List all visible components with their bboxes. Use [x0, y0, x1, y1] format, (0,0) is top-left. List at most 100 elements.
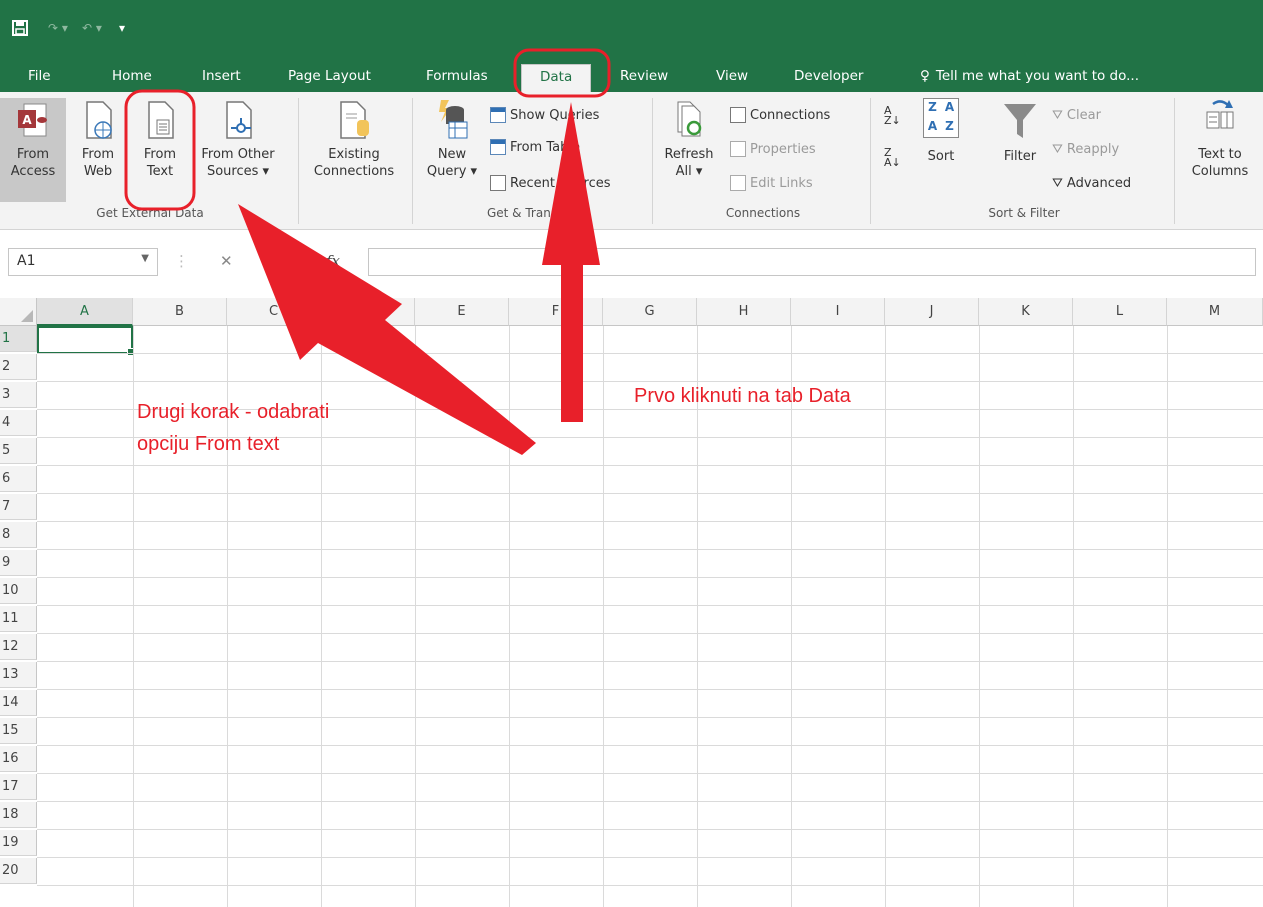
row-header-10[interactable]: 10 — [0, 578, 37, 604]
row-header-3[interactable]: 3 — [0, 382, 37, 408]
tab-review[interactable]: Review — [612, 64, 676, 92]
tab-developer[interactable]: Developer — [786, 64, 871, 92]
row-header-14[interactable]: 14 — [0, 690, 37, 716]
row-header-20[interactable]: 20 — [0, 858, 37, 884]
column-header-d[interactable]: D — [321, 298, 415, 326]
row-header-18[interactable]: 18 — [0, 802, 37, 828]
row-header-16[interactable]: 16 — [0, 746, 37, 772]
column-header-a[interactable]: A — [37, 298, 133, 326]
row-header-17[interactable]: 17 — [0, 774, 37, 800]
tab-page-layout[interactable]: Page Layout — [280, 64, 379, 92]
from-table-button[interactable]: From Table — [490, 136, 580, 158]
refresh-label-2: All ▾ — [675, 164, 703, 179]
tab-file[interactable]: File — [20, 64, 59, 92]
from-web-label-2: Web — [83, 164, 113, 179]
show-queries-button[interactable]: Show Queries — [490, 104, 599, 126]
row-header-13[interactable]: 13 — [0, 662, 37, 688]
redo-icon[interactable]: ↷ ▾ — [44, 14, 72, 42]
connections-label: Connections — [750, 107, 831, 123]
undo-icon[interactable]: ↶ ▾ — [78, 14, 106, 42]
select-all-corner[interactable] — [0, 298, 37, 326]
edit-links-button[interactable]: Edit Links — [730, 172, 813, 194]
from-access-label-1: From — [16, 147, 50, 162]
formula-bar: A1 ▼ ⋮ ✕ ✓ fx — [0, 240, 1263, 284]
from-other-sources-button[interactable]: From Other Sources ▾ — [192, 98, 284, 202]
active-cell-a1[interactable] — [37, 326, 135, 356]
save-icon[interactable] — [6, 14, 34, 42]
from-text-button[interactable]: From Text — [132, 98, 188, 202]
gridline-horizontal — [37, 549, 1263, 550]
row-header-8[interactable]: 8 — [0, 522, 37, 548]
sort-button[interactable]: ZAAZ Sort — [912, 98, 970, 202]
tab-home[interactable]: Home — [104, 64, 160, 92]
row-header-2[interactable]: 2 — [0, 354, 37, 380]
connections-icon — [730, 107, 746, 123]
from-access-button[interactable]: A From Access — [0, 98, 66, 202]
filter-button[interactable]: Filter — [996, 98, 1044, 202]
gridline-vertical — [415, 326, 416, 907]
properties-button[interactable]: Properties — [730, 138, 816, 160]
cancel-icon[interactable]: ✕ — [220, 252, 233, 270]
gridline-vertical — [791, 326, 792, 907]
gridline-horizontal — [37, 773, 1263, 774]
column-header-m[interactable]: M — [1167, 298, 1263, 326]
connections-button[interactable]: Connections — [730, 104, 830, 126]
recent-sources-button[interactable]: Recent Sources — [490, 172, 610, 194]
gridline-vertical — [885, 326, 886, 907]
column-header-f[interactable]: F — [509, 298, 603, 326]
properties-icon — [730, 141, 746, 157]
reapply-button[interactable]: ⛛ Reapply — [1052, 138, 1119, 160]
column-header-i[interactable]: I — [791, 298, 885, 326]
customize-qat-icon[interactable]: ▾ — [108, 14, 136, 42]
row-header-1[interactable]: 1 — [0, 326, 37, 352]
text-to-columns-label-1: Text to — [1198, 147, 1242, 162]
advanced-label: Advanced — [1066, 175, 1132, 191]
clear-filter-button[interactable]: ⛛ Clear — [1052, 104, 1101, 126]
column-header-c[interactable]: C — [227, 298, 321, 326]
row-header-19[interactable]: 19 — [0, 830, 37, 856]
row-header-9[interactable]: 9 — [0, 550, 37, 576]
sort-a-to-z-icon[interactable]: A Z↓ — [884, 105, 901, 126]
column-header-k[interactable]: K — [979, 298, 1073, 326]
recent-sources-icon — [490, 175, 506, 191]
row-header-12[interactable]: 12 — [0, 634, 37, 660]
name-box[interactable]: A1 ▼ — [8, 248, 158, 276]
show-queries-icon — [490, 107, 506, 123]
from-web-button[interactable]: From Web — [70, 98, 126, 202]
clear-filter-icon: ⛛ — [1052, 107, 1063, 123]
sort-z-to-a-icon[interactable]: Z A↓ — [884, 147, 901, 168]
insert-function-icon[interactable]: fx — [326, 252, 340, 270]
tab-data[interactable]: Data — [521, 64, 592, 92]
new-query-label-1: New — [437, 147, 467, 162]
column-header-e[interactable]: E — [415, 298, 509, 326]
existing-label-1: Existing — [328, 147, 380, 162]
text-to-columns-button[interactable]: Text to Columns — [1180, 98, 1260, 202]
quick-access-toolbar: ↷ ▾ ↶ ▾ ▾ — [0, 8, 136, 48]
row-header-11[interactable]: 11 — [0, 606, 37, 632]
row-header-6[interactable]: 6 — [0, 466, 37, 492]
row-header-7[interactable]: 7 — [0, 494, 37, 520]
column-header-h[interactable]: H — [697, 298, 791, 326]
refresh-all-button[interactable]: Refresh All ▾ — [658, 98, 720, 202]
column-header-l[interactable]: L — [1073, 298, 1167, 326]
tab-insert[interactable]: Insert — [194, 64, 249, 92]
from-web-label-1: From — [81, 147, 115, 162]
gridline-vertical — [1073, 326, 1074, 907]
formula-input[interactable] — [368, 248, 1256, 276]
chevron-down-icon[interactable]: ▼ — [141, 253, 149, 264]
column-header-b[interactable]: B — [133, 298, 227, 326]
other-sources-icon — [221, 98, 255, 142]
tab-formulas[interactable]: Formulas — [418, 64, 496, 92]
column-header-j[interactable]: J — [885, 298, 979, 326]
advanced-filter-button[interactable]: ⛛ Advanced — [1052, 172, 1131, 194]
existing-connections-button[interactable]: Existing Connections — [302, 98, 406, 202]
column-header-g[interactable]: G — [603, 298, 697, 326]
tell-me-search[interactable]: ♀ Tell me what you want to do... — [920, 68, 1139, 84]
new-query-button[interactable]: New Query ▾ — [418, 98, 486, 202]
enter-icon[interactable]: ✓ — [274, 252, 287, 270]
row-header-5[interactable]: 5 — [0, 438, 37, 464]
tab-view[interactable]: View — [708, 64, 756, 92]
row-header-4[interactable]: 4 — [0, 410, 37, 436]
row-header-15[interactable]: 15 — [0, 718, 37, 744]
formula-bar-grip-icon: ⋮ — [174, 252, 189, 270]
